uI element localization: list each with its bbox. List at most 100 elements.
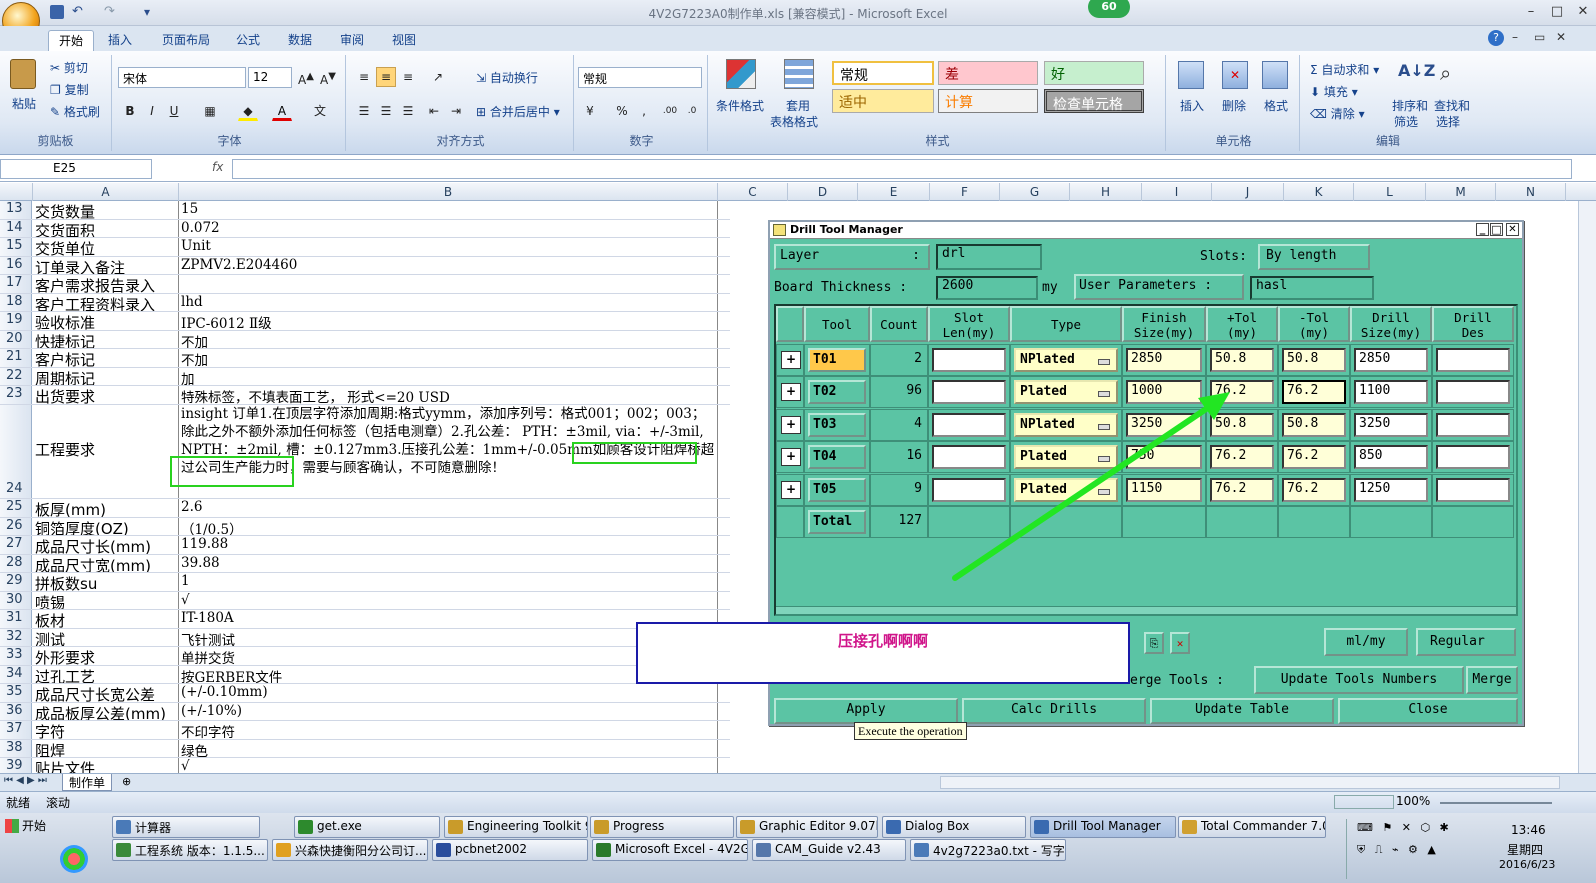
- tool-name[interactable]: T04: [808, 445, 866, 470]
- cell-b[interactable]: 特殊标签，不填表面工艺， 形式<=20 USD: [179, 386, 718, 404]
- find-select-button[interactable]: 查找和: [1434, 97, 1470, 114]
- comma-icon[interactable]: ,: [634, 101, 654, 121]
- row-number[interactable]: 37: [0, 721, 32, 739]
- row-number[interactable]: 22: [0, 368, 32, 385]
- calc-drills-button[interactable]: Calc Drills: [962, 698, 1146, 724]
- align-bottom-icon[interactable]: ≡: [398, 67, 418, 87]
- taskbar-button[interactable]: Engineering Toolkit 9.0...: [444, 816, 588, 838]
- row-number[interactable]: 33: [0, 647, 32, 665]
- clear-button[interactable]: ⌫ 清除 ▾: [1310, 105, 1365, 122]
- taskbar-button[interactable]: 兴森快捷衡阳分公司订...: [272, 839, 428, 861]
- cell-a[interactable]: 板材: [33, 610, 179, 628]
- ribbon-restore-icon[interactable]: ▭: [1534, 30, 1545, 44]
- cell-b[interactable]: 不加: [179, 349, 718, 367]
- workbook-close-icon[interactable]: ✕: [1556, 30, 1566, 44]
- minus-tol-input[interactable]: 50.8: [1282, 348, 1346, 372]
- merge-button[interactable]: Merge: [1466, 666, 1518, 694]
- horizontal-scrollbar[interactable]: [940, 776, 1560, 789]
- cell-b[interactable]: 加: [179, 368, 718, 385]
- dialog-maximize-button[interactable]: □: [1490, 223, 1503, 236]
- underline-button[interactable]: U: [164, 101, 184, 121]
- row-number[interactable]: 25: [0, 499, 32, 517]
- cell-b[interactable]: [179, 275, 718, 293]
- align-top-icon[interactable]: ≡: [354, 67, 374, 87]
- currency-icon[interactable]: ¥: [580, 101, 600, 121]
- row-number[interactable]: 32: [0, 629, 32, 646]
- column-header[interactable]: K: [1284, 183, 1354, 201]
- row-number[interactable]: 26: [0, 518, 32, 535]
- taskbar-button[interactable]: 工程系统 版本：1.1.5...: [112, 839, 268, 861]
- user-parameters-button[interactable]: User Parameters :: [1074, 274, 1244, 300]
- row-number[interactable]: 13: [0, 201, 32, 219]
- row-number[interactable]: 28: [0, 555, 32, 572]
- style-normal[interactable]: 常规: [832, 61, 934, 85]
- decrease-decimal-icon[interactable]: .0: [682, 101, 702, 121]
- zoom-slider[interactable]: [1440, 802, 1552, 804]
- row-number[interactable]: 35: [0, 684, 32, 702]
- name-box[interactable]: E25: [0, 159, 152, 179]
- cell-b[interactable]: 2.6: [179, 499, 718, 517]
- bold-button[interactable]: B: [120, 101, 140, 121]
- type-select[interactable]: NPlated: [1014, 348, 1118, 372]
- row-number[interactable]: 19: [0, 312, 32, 330]
- cell-a[interactable]: 验收标准: [33, 312, 179, 330]
- tab-view[interactable]: 视图: [382, 30, 426, 52]
- cell-b[interactable]: 15: [179, 201, 718, 219]
- row-number[interactable]: 17: [0, 275, 32, 293]
- row-number[interactable]: 21: [0, 349, 32, 367]
- tab-home[interactable]: 开始: [48, 30, 95, 52]
- sort-filter-label2[interactable]: 筛选: [1394, 113, 1418, 130]
- cell-a[interactable]: 成品尺寸长(mm): [33, 536, 179, 554]
- update-tools-numbers-select[interactable]: Update Tools Numbers: [1254, 666, 1464, 694]
- orientation-icon[interactable]: ↗: [428, 67, 448, 87]
- tab-insert[interactable]: 插入: [98, 30, 142, 52]
- cell-a[interactable]: 交货数量: [33, 201, 179, 219]
- vertical-scrollbar[interactable]: [1578, 201, 1596, 773]
- increase-decimal-icon[interactable]: .00: [660, 101, 680, 121]
- row-number[interactable]: 18: [0, 294, 32, 311]
- cell-b[interactable]: 不加: [179, 331, 718, 348]
- cell-a[interactable]: 字符: [33, 721, 179, 739]
- color-orb-icon[interactable]: [60, 845, 88, 873]
- row-number[interactable]: 30: [0, 592, 32, 609]
- drill-size-input[interactable]: 2850: [1354, 348, 1428, 372]
- align-center-icon[interactable]: ☰: [376, 101, 396, 121]
- column-header[interactable]: L: [1354, 183, 1426, 201]
- grow-font-icon[interactable]: A▲: [296, 67, 316, 87]
- shrink-font-icon[interactable]: A▼: [318, 67, 338, 87]
- wrap-text-button[interactable]: ⇲ 自动换行: [476, 69, 538, 86]
- cell-b[interactable]: √: [179, 758, 718, 773]
- taskbar-button[interactable]: pcbnet2002: [432, 839, 588, 861]
- drill-size-input[interactable]: 3250: [1354, 412, 1428, 437]
- cell-b[interactable]: √: [179, 592, 718, 609]
- column-header[interactable]: I: [1142, 183, 1212, 201]
- cell-a[interactable]: 订单录入备注: [33, 257, 179, 274]
- slots-select[interactable]: By length: [1258, 244, 1370, 270]
- taskbar-button[interactable]: Graphic Editor 9.07b2 ...: [736, 816, 878, 838]
- expand-row-button[interactable]: +: [781, 448, 801, 467]
- taskbar-button[interactable]: Dialog Box: [882, 816, 1026, 838]
- delete-icon[interactable]: ✕: [1170, 632, 1190, 654]
- insert-cells-button[interactable]: 插入: [1180, 97, 1204, 114]
- expand-row-button[interactable]: +: [781, 383, 801, 402]
- taskbar-button[interactable]: 4v2g7223a0.txt - 写字板: [910, 839, 1066, 861]
- cell-a[interactable]: 铜箔厚度(OZ): [33, 518, 179, 535]
- column-header[interactable]: G: [1000, 183, 1070, 201]
- taskbar-button[interactable]: Total Commander 7.0 ...: [1178, 816, 1326, 838]
- expand-row-button[interactable]: +: [781, 480, 801, 499]
- customize-qat-icon[interactable]: ▾: [144, 5, 158, 19]
- redo-icon[interactable]: ↷: [104, 5, 118, 19]
- column-header[interactable]: M: [1426, 183, 1496, 201]
- expand-row-button[interactable]: +: [781, 415, 801, 434]
- cell-a[interactable]: 交货单位: [33, 238, 179, 256]
- font-color-icon[interactable]: A: [272, 101, 292, 121]
- drill-size-input[interactable]: 1250: [1354, 477, 1428, 502]
- minus-tol-input[interactable]: 76.2: [1282, 445, 1346, 470]
- column-header[interactable]: E: [858, 183, 930, 201]
- plus-tol-input[interactable]: 50.8: [1210, 348, 1274, 372]
- save-icon[interactable]: ⎘: [1144, 632, 1164, 654]
- ribbon-minimize-icon[interactable]: –: [1512, 30, 1518, 44]
- formula-input[interactable]: [232, 159, 1572, 179]
- tool-name[interactable]: T05: [808, 477, 866, 502]
- taskbar-button[interactable]: Progress: [590, 816, 734, 838]
